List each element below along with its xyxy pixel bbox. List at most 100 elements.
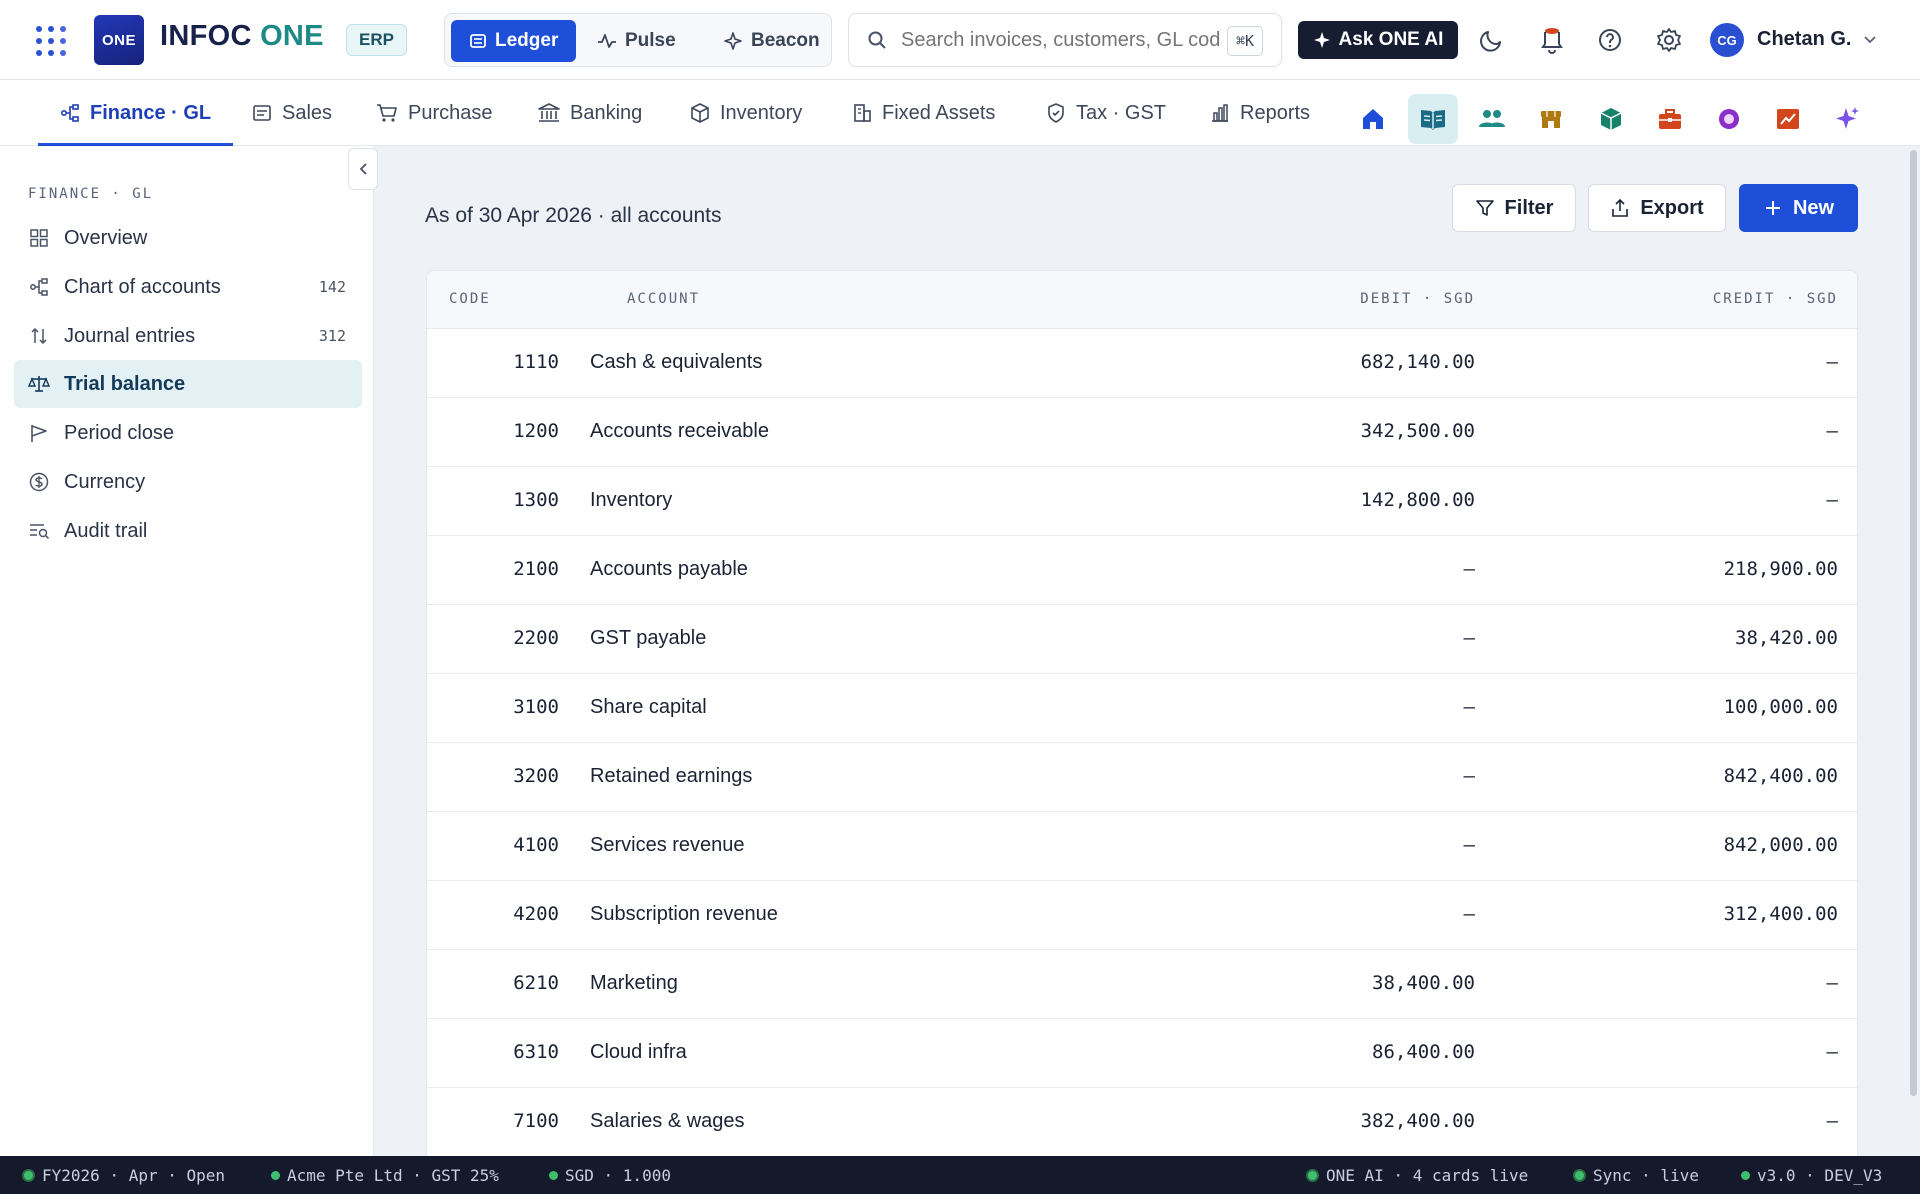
cell-account: Retained earnings (590, 765, 753, 787)
column-header-debit[interactable]: DEBIT · SGD (1360, 291, 1475, 307)
status-sync[interactable]: Sync · live (1573, 1166, 1699, 1185)
building-icon (854, 104, 871, 122)
bell-icon (1541, 28, 1563, 54)
table-row[interactable]: 4100 Services revenue — 842,000.00 (427, 812, 1857, 881)
trend-app-button[interactable] (1763, 94, 1813, 144)
ledger-app-button[interactable] (1408, 94, 1458, 144)
table-row[interactable]: 1300 Inventory 142,800.00 — (427, 467, 1857, 536)
status-company[interactable]: Acme Pte Ltd · GST 25% (271, 1166, 499, 1185)
tab-fixed-assets[interactable]: Fixed Assets (852, 80, 995, 146)
home-app-button[interactable] (1348, 94, 1398, 144)
status-text: SGD · 1.000 (565, 1166, 671, 1185)
table-row[interactable]: 2100 Accounts payable — 218,900.00 (427, 536, 1857, 605)
notifications-button[interactable] (1534, 22, 1570, 58)
sidebar-item-count: 142 (318, 278, 346, 296)
sparkle-app-button[interactable] (1822, 94, 1872, 144)
cell-credit: — (1826, 420, 1838, 442)
tab-fixed-assets-label: Fixed Assets (882, 101, 996, 124)
theme-toggle-button[interactable] (1474, 22, 1510, 58)
cell-debit: 682,140.00 (1360, 351, 1475, 373)
sidebar-collapse-button[interactable] (348, 148, 378, 190)
sidebar-item-period-close[interactable]: Period close (14, 409, 362, 457)
sidebar-item-chart-of-accounts[interactable]: Chart of accounts 142 (14, 263, 362, 311)
sidebar-item-audit-trail[interactable]: Audit trail (14, 507, 362, 555)
package-app-button[interactable] (1586, 94, 1636, 144)
search-input[interactable] (901, 28, 1221, 52)
chevron-down-icon[interactable] (1862, 31, 1878, 47)
search-box[interactable]: ⌘K (848, 13, 1282, 67)
cell-credit: 100,000.00 (1723, 696, 1838, 718)
ask-ai-button[interactable]: Ask ONE AI (1298, 21, 1458, 59)
tab-tax-gst[interactable]: Tax · GST (1046, 80, 1166, 146)
scrollbar-thumb[interactable] (1910, 150, 1917, 1096)
workspace-pulse-label: Pulse (625, 30, 676, 51)
workspace-pulse-button[interactable]: Pulse (579, 20, 694, 62)
upload-icon (1612, 198, 1629, 217)
sidebar-item-overview[interactable]: Overview (14, 214, 362, 262)
table-row[interactable]: 1110 Cash & equivalents 682,140.00 — (427, 329, 1857, 398)
tab-tax-gst-label: Tax · GST (1076, 101, 1167, 124)
table-row[interactable]: 1200 Accounts receivable 342,500.00 — (427, 398, 1857, 467)
circle-app-button[interactable] (1704, 94, 1754, 144)
tab-sales[interactable]: Sales (252, 80, 332, 146)
sales-icon (253, 105, 271, 121)
status-one-ai[interactable]: ONE AI · 4 cards live (1306, 1166, 1528, 1185)
status-version[interactable]: v3.0 · DEV_V3 (1741, 1166, 1882, 1185)
column-header-account[interactable]: ACCOUNT (627, 291, 700, 307)
cell-account: Accounts payable (590, 558, 748, 580)
status-text: ONE AI · 4 cards live (1326, 1166, 1529, 1185)
avatar[interactable]: CG (1710, 23, 1744, 57)
bank-icon (538, 103, 560, 122)
gear-icon (1657, 28, 1681, 52)
status-bar: FY2026 · Apr · Open Acme Pte Ltd · GST 2… (0, 1156, 1920, 1194)
briefcase-app-button[interactable] (1645, 94, 1695, 144)
tab-inventory[interactable]: Inventory (690, 80, 802, 146)
app-grid-icon[interactable] (36, 26, 66, 56)
export-label: Export (1640, 196, 1704, 219)
workspace-ledger-button[interactable]: Ledger (451, 20, 577, 62)
tab-finance-gl[interactable]: Finance · GL (38, 80, 234, 146)
workspace-beacon-button[interactable]: Beacon (705, 20, 838, 62)
user-name[interactable]: Chetan G. (1757, 28, 1851, 51)
people-app-button[interactable] (1467, 94, 1517, 144)
status-dot (271, 1171, 280, 1180)
cell-account: Share capital (590, 696, 707, 718)
dollar-circle-icon (29, 472, 49, 492)
export-button[interactable]: Export (1588, 184, 1726, 232)
sparkle-icon (1836, 107, 1859, 129)
cell-code: 3200 (513, 765, 559, 787)
table-row[interactable]: 6310 Cloud infra 86,400.00 — (427, 1019, 1857, 1088)
settings-button[interactable] (1651, 22, 1687, 58)
sidebar: FINANCE · GL Overview Chart of accounts … (0, 146, 374, 1156)
sidebar-item-trial-balance[interactable]: Trial balance (14, 360, 362, 408)
table-row[interactable]: 6210 Marketing 38,400.00 — (427, 950, 1857, 1019)
sidebar-item-journal-entries[interactable]: Journal entries 312 (14, 312, 362, 360)
tab-sales-label: Sales (282, 101, 333, 124)
column-header-code[interactable]: CODE (449, 291, 491, 307)
store-app-button[interactable] (1526, 94, 1576, 144)
cell-debit: 86,400.00 (1372, 1041, 1475, 1063)
tab-banking[interactable]: Banking (538, 80, 642, 146)
status-fiscal-period[interactable]: FY2026 · Apr · Open (22, 1166, 225, 1185)
status-currency[interactable]: SGD · 1.000 (549, 1166, 671, 1185)
page-subtitle: As of 30 Apr 2026 · all accounts (425, 204, 722, 227)
vertical-scrollbar[interactable] (1907, 146, 1920, 1156)
table-row[interactable]: 3200 Retained earnings — 842,400.00 (427, 743, 1857, 812)
sidebar-heading: FINANCE · GL (28, 186, 154, 202)
tab-purchase[interactable]: Purchase (376, 80, 493, 146)
brand-name: INFOC ONE (160, 20, 324, 53)
table-row[interactable]: 3100 Share capital — 100,000.00 (427, 674, 1857, 743)
sidebar-item-currency[interactable]: Currency (14, 458, 362, 506)
column-header-credit[interactable]: CREDIT · SGD (1713, 291, 1838, 307)
sidebar-item-label: Trial balance (64, 372, 186, 395)
sparkle-icon (724, 32, 742, 50)
table-row[interactable]: 7100 Salaries & wages 382,400.00 — (427, 1088, 1857, 1157)
filter-button[interactable]: Filter (1452, 184, 1576, 232)
status-text: Sync · live (1593, 1166, 1699, 1185)
new-button[interactable]: New (1739, 184, 1858, 232)
table-row[interactable]: 4200 Subscription revenue — 312,400.00 (427, 881, 1857, 950)
table-row[interactable]: 2200 GST payable — 38,420.00 (427, 605, 1857, 674)
help-button[interactable] (1592, 22, 1628, 58)
tab-reports[interactable]: Reports (1210, 80, 1310, 146)
logo[interactable]: ONE (94, 15, 144, 65)
